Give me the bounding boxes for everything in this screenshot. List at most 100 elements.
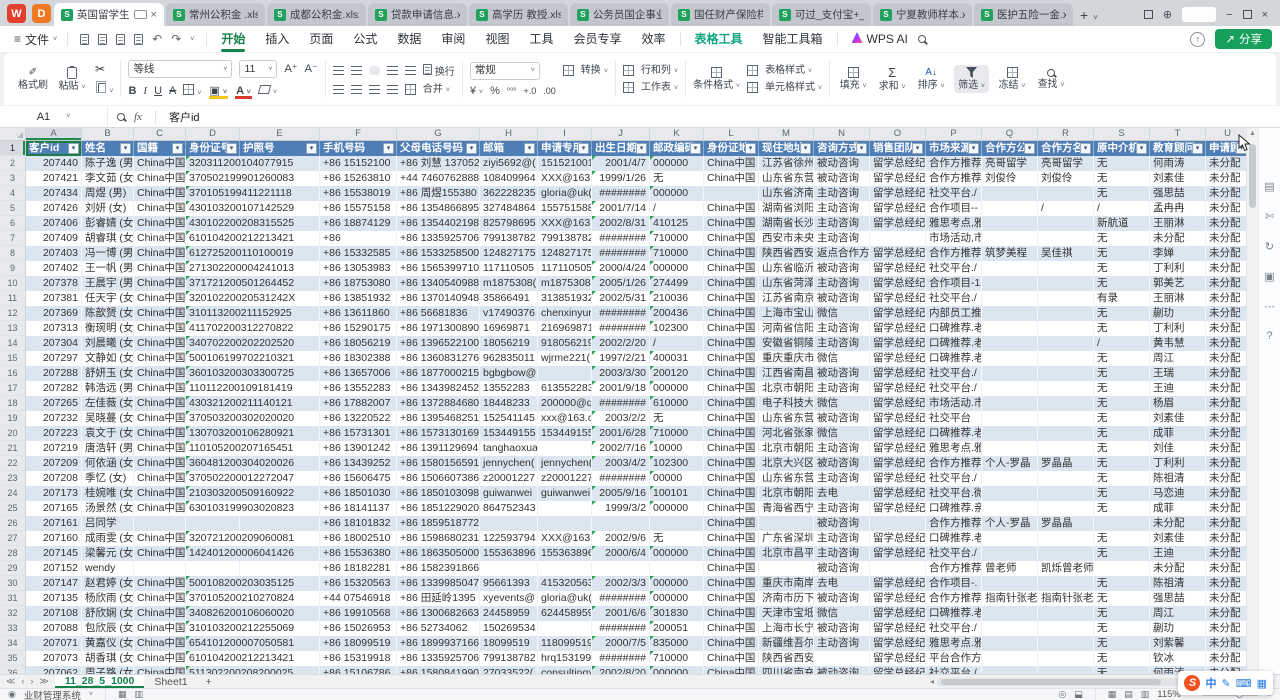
cell-K35[interactable]: 710000 bbox=[650, 651, 704, 666]
cell-S17[interactable]: 无 bbox=[1094, 381, 1150, 396]
row-header-34[interactable]: 34 bbox=[0, 636, 26, 651]
cell-I9[interactable]: 117110505 bbox=[538, 261, 592, 276]
cell-O15[interactable]: 留学总经纪 bbox=[870, 351, 926, 366]
cell-A10[interactable]: 207378 bbox=[26, 276, 82, 291]
cell-Q27[interactable] bbox=[982, 531, 1038, 546]
cell-B10[interactable]: 王晨宇 (男 bbox=[82, 276, 134, 291]
cell-D22[interactable]: 360481200304020026 bbox=[186, 456, 240, 471]
cell-H25[interactable]: 864752343 bbox=[480, 501, 538, 516]
cell-T3[interactable]: 刘素佳 bbox=[1150, 171, 1206, 186]
select-all-corner[interactable] bbox=[0, 128, 26, 140]
cell-L20[interactable]: China中国 bbox=[704, 426, 759, 441]
cell-Q21[interactable] bbox=[982, 441, 1038, 456]
cell-L18[interactable]: China中国 bbox=[704, 396, 759, 411]
cell-S9[interactable]: 无 bbox=[1094, 261, 1150, 276]
cell-N33[interactable]: 被动咨询 bbox=[814, 621, 870, 636]
cell-F26[interactable]: +86 18101832 bbox=[320, 516, 397, 531]
cell-B3[interactable]: 李文茹 (女 bbox=[82, 171, 134, 186]
cell-Q26[interactable]: 个人-罗晶 bbox=[982, 516, 1038, 531]
cell-I13[interactable]: 2169698712 bbox=[538, 321, 592, 336]
cell-R6[interactable] bbox=[1038, 216, 1094, 231]
cell-O33[interactable]: 留学总经纪 bbox=[870, 621, 926, 636]
menu-item-6[interactable]: 视图 bbox=[475, 26, 519, 52]
cell-L31[interactable]: China中国 bbox=[704, 591, 759, 606]
cell-H9[interactable]: 117110505 bbox=[480, 261, 538, 276]
cell-D4[interactable]: 370105199411221118 bbox=[186, 186, 240, 201]
cell-K20[interactable]: 710000 bbox=[650, 426, 704, 441]
document-tab[interactable]: S公务员国企事业单 bbox=[570, 3, 669, 26]
cell-G27[interactable]: +86 1598680231 bbox=[397, 531, 480, 546]
cell-D21[interactable]: 110105200207165451 bbox=[186, 441, 240, 456]
cell-U33[interactable]: 未分配 bbox=[1206, 621, 1246, 636]
cell-D16[interactable]: 360103200303300725 bbox=[186, 366, 240, 381]
cell-L5[interactable]: China中国 bbox=[704, 201, 759, 216]
cell-J23[interactable]: ######## bbox=[592, 471, 650, 486]
header-cell-J[interactable]: 出生日期▾ bbox=[592, 141, 650, 156]
cell-G17[interactable]: +86 1343982452 bbox=[397, 381, 480, 396]
format-panel-icon[interactable]: ✄ bbox=[1265, 210, 1274, 223]
cell-M35[interactable]: 陕西省西安 bbox=[759, 651, 814, 666]
cell-M36[interactable]: 四川省南充 bbox=[759, 666, 814, 674]
cell-R3[interactable]: 刘俊伶 bbox=[1038, 171, 1094, 186]
cell-P28[interactable]: 社交平台./ bbox=[926, 546, 982, 561]
cell-O28[interactable]: 留学总经纪 bbox=[870, 546, 926, 561]
row-header-20[interactable]: 20 bbox=[0, 426, 26, 441]
cell-D6[interactable]: 430102200208315525 bbox=[186, 216, 240, 231]
cell-O3[interactable]: 留学总经纪 bbox=[870, 171, 926, 186]
cell-B19[interactable]: 吴晓蔓 (女 bbox=[82, 411, 134, 426]
cell-G15[interactable]: +86 1360831276 bbox=[397, 351, 480, 366]
cell-G5[interactable]: +86 1354866895 bbox=[397, 201, 480, 216]
increase-indent-button[interactable] bbox=[405, 66, 416, 75]
cell-T32[interactable]: 周江 bbox=[1150, 606, 1206, 621]
cell-D17[interactable]: 110112200109181419 bbox=[186, 381, 240, 396]
cell-O22[interactable]: 留学总经纪 bbox=[870, 456, 926, 471]
cell-C25[interactable]: China中国 bbox=[134, 501, 186, 516]
cell-H27[interactable]: 122593794 bbox=[480, 531, 538, 546]
cell-F7[interactable]: +86 bbox=[320, 231, 397, 246]
print-icon[interactable] bbox=[116, 34, 125, 45]
cell-I36[interactable]: consultingx bbox=[538, 666, 592, 674]
cell-L35[interactable]: China中国 bbox=[704, 651, 759, 666]
cell-R14[interactable] bbox=[1038, 336, 1094, 351]
cell-R4[interactable] bbox=[1038, 186, 1094, 201]
wps-logo[interactable]: W bbox=[7, 4, 26, 23]
cell-B23[interactable]: 季忆 (女) bbox=[82, 471, 134, 486]
cell-C20[interactable]: China中国 bbox=[134, 426, 186, 441]
borders-button[interactable]: ˅ bbox=[183, 84, 201, 98]
cell-G11[interactable]: +86 1370140948 bbox=[397, 291, 480, 306]
cell-F6[interactable]: +86 18874129 bbox=[320, 216, 397, 231]
cell-A3[interactable]: 207421 bbox=[26, 171, 82, 186]
cell-N32[interactable]: 微信 bbox=[814, 606, 870, 621]
clear-format-button[interactable]: ˅ bbox=[259, 85, 277, 97]
cell-J24[interactable]: 2005/9/16 bbox=[592, 486, 650, 501]
row-header-21[interactable]: 21 bbox=[0, 441, 26, 456]
column-header-F[interactable]: F bbox=[320, 128, 397, 140]
cell-I10[interactable]: m1875308( bbox=[538, 276, 592, 291]
cell-A29[interactable]: 207152 bbox=[26, 561, 82, 576]
cell-M6[interactable]: 湖南省长沙 bbox=[759, 216, 814, 231]
cell-K9[interactable]: 000000 bbox=[650, 261, 704, 276]
header-cell-C[interactable]: 国籍▾ bbox=[134, 141, 186, 156]
cell-C27[interactable]: China中国 bbox=[134, 531, 186, 546]
cell-I21[interactable] bbox=[538, 441, 592, 456]
cell-J6[interactable]: 2002/8/31 bbox=[592, 216, 650, 231]
cell-J3[interactable]: 1999/1/26 bbox=[592, 171, 650, 186]
cell-C9[interactable]: China中国 bbox=[134, 261, 186, 276]
cell-R21[interactable] bbox=[1038, 441, 1094, 456]
cell-N24[interactable]: 去电 bbox=[814, 486, 870, 501]
cell-D34[interactable]: 654101200007050581 bbox=[186, 636, 240, 651]
cell-I4[interactable]: gloria@uk( bbox=[538, 186, 592, 201]
cell-D33[interactable]: 310103200212255069 bbox=[186, 621, 240, 636]
header-cell-G[interactable]: 父母电话号码▾ bbox=[397, 141, 480, 156]
cell-P9[interactable]: 社交平台./ bbox=[926, 261, 982, 276]
cell-M33[interactable]: 上海市长宁 bbox=[759, 621, 814, 636]
cell-D15[interactable]: 500106199702210321 bbox=[186, 351, 240, 366]
cell-D14[interactable]: 340702200202202520 bbox=[186, 336, 240, 351]
cell-B17[interactable]: 韩浩远 (男 bbox=[82, 381, 134, 396]
cell-M17[interactable]: 北京市朝阳 bbox=[759, 381, 814, 396]
cell-Q17[interactable] bbox=[982, 381, 1038, 396]
cell-B4[interactable]: 周煜 (男) bbox=[82, 186, 134, 201]
cell-P12[interactable]: 内部员工推 bbox=[926, 306, 982, 321]
cell-O29[interactable] bbox=[870, 561, 926, 576]
cell-I19[interactable]: xxx@163.c( bbox=[538, 411, 592, 426]
